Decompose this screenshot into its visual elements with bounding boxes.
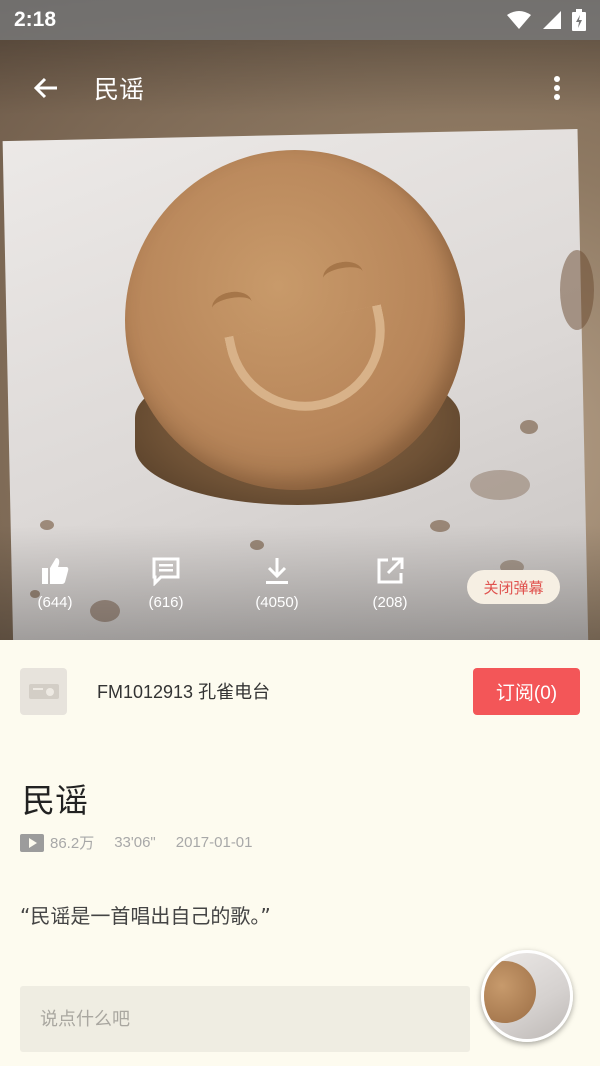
like-count: (644) bbox=[37, 594, 73, 611]
channel-avatar[interactable] bbox=[20, 667, 67, 715]
more-options-button[interactable] bbox=[532, 58, 582, 118]
subscribe-button[interactable]: 订阅(0) bbox=[473, 667, 580, 715]
status-icons bbox=[506, 9, 586, 31]
comment-input[interactable] bbox=[20, 986, 470, 1052]
floating-player-cover bbox=[484, 961, 536, 1023]
radio-icon bbox=[28, 684, 59, 699]
comment-icon bbox=[152, 557, 180, 586]
download-icon bbox=[266, 558, 288, 584]
channel-name[interactable]: FM1012913 孔雀电台 bbox=[97, 678, 270, 704]
page-title: 民谣 bbox=[94, 75, 145, 104]
status-bar: 2:18 bbox=[0, 0, 600, 40]
channel-row: FM1012913 孔雀电台 订阅(0) bbox=[20, 667, 580, 715]
comment-button[interactable]: (616) bbox=[126, 556, 206, 611]
floating-player-button[interactable] bbox=[481, 950, 573, 1042]
play-count: 86.2万 bbox=[50, 835, 95, 852]
more-vertical-icon bbox=[554, 76, 560, 100]
share-icon bbox=[377, 557, 404, 584]
play-count-icon bbox=[20, 833, 44, 852]
episode-duration: 33'06" bbox=[114, 834, 156, 851]
episode-description: “民谣是一首唱出自己的歌。” bbox=[20, 904, 271, 928]
back-button[interactable] bbox=[16, 58, 76, 118]
episode-meta: 86.2万 33'06" 2017-01-01 bbox=[20, 832, 273, 853]
download-button[interactable]: (4050) bbox=[237, 556, 317, 611]
episode-title: 民谣 bbox=[22, 781, 88, 820]
toolbar: 民谣 bbox=[0, 58, 600, 118]
thumb-up-icon bbox=[42, 558, 69, 584]
status-time: 2:18 bbox=[14, 8, 57, 31]
arrow-left-icon bbox=[33, 77, 57, 99]
danmaku-toggle-button[interactable]: 关闭弹幕 bbox=[467, 570, 560, 604]
battery-icon bbox=[572, 9, 586, 31]
share-button[interactable]: (208) bbox=[350, 556, 430, 611]
share-count: (208) bbox=[372, 594, 408, 611]
wifi-icon bbox=[507, 11, 531, 29]
signal-icon bbox=[543, 11, 561, 29]
comment-count: (616) bbox=[148, 594, 184, 611]
episode-date: 2017-01-01 bbox=[175, 834, 253, 851]
download-count: (4050) bbox=[255, 594, 299, 611]
like-button[interactable]: (644) bbox=[15, 556, 95, 611]
